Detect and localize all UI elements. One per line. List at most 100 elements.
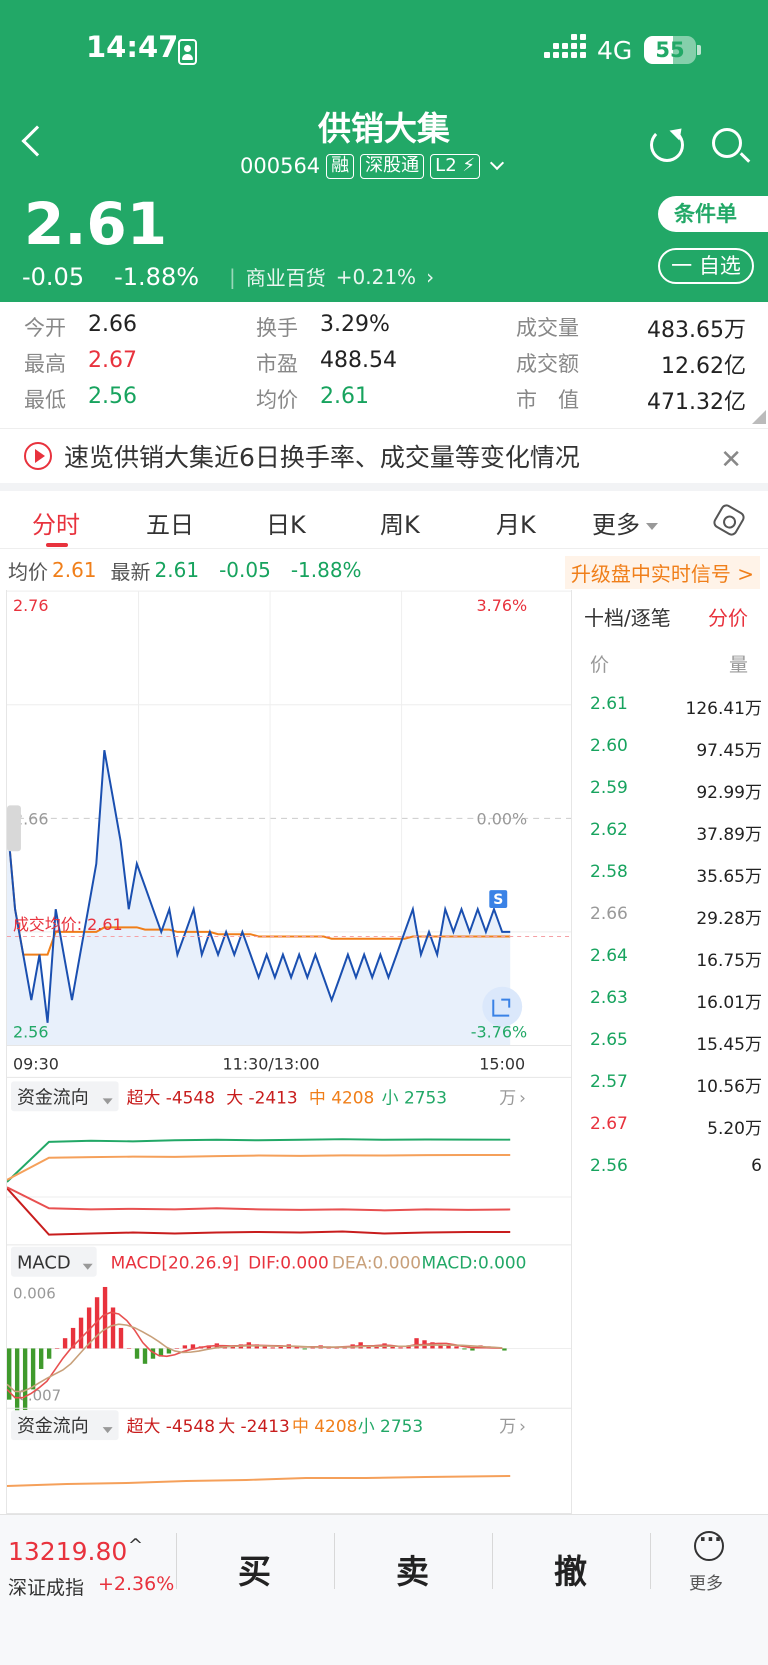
orderbook-price: 2.67 [590,1114,628,1134]
tab-monthly-k[interactable]: 月K [496,505,536,540]
macd-dif: DIF:0.000 [248,1253,329,1273]
amount-value: 12.62亿 [661,354,746,379]
turnover-label: 换手 [256,316,298,340]
insight-banner[interactable]: 速览供销大集近6日换手率、成交量等变化情况 ✕ [0,428,768,483]
price-change-pct: -1.88% [114,262,200,291]
market-cap-label: 市 值 [516,388,579,412]
more-icon[interactable] [694,1527,724,1561]
orderbook-price: 2.56 [590,1156,628,1176]
flow-title: 资金流向 [17,1087,89,1108]
orderbook-price: 2.63 [590,988,628,1008]
info-avg-label: 均价 [8,559,48,584]
macd-bar [102,1286,108,1349]
avg-value: 2.61 [320,384,369,409]
low-label: 最低 [24,388,66,412]
info-change: -0.05 [219,558,271,582]
x-tick-close: 15:00 [479,1054,525,1073]
cancel-order-button[interactable]: 撤 [554,1545,587,1593]
signal-dots-icon [544,34,586,64]
watchlist-button[interactable]: 一 自选 [658,248,754,284]
tab-five-day[interactable]: 五日 [146,505,194,540]
orderbook-row: 2.57 10.56万 [572,1072,762,1102]
macd-bar [142,1348,148,1364]
macd-bar [46,1348,52,1359]
macd-bar [502,1348,507,1351]
industry-link[interactable]: | 商业百货 +0.21% › [229,262,434,291]
upgrade-signal-button[interactable]: 升级盘中实时信号 > [564,556,760,589]
section-separator [0,483,768,491]
macd-bar [454,1346,459,1349]
conditional-order-button[interactable]: 条件单 [658,196,768,232]
macd-bar [118,1327,124,1349]
orderbook-row: 2.66 29.28万 [572,904,762,934]
index-pct: +2.36% [98,1573,175,1595]
orderbook-row: 2.60 97.45万 [572,736,762,766]
active-tab-indicator [46,543,68,547]
tab-more[interactable]: 更多 [592,505,658,540]
flow-line-1 [7,1186,511,1212]
flow2-title: 资金流向 [17,1416,89,1437]
flow2-l: 大 -2413 [218,1416,289,1436]
flow-line-2 [7,1138,511,1183]
status-time: 14:47 [86,30,179,64]
intraday-chart-area[interactable]: 2.762.662.563.76%0.00%-3.76%成交均价: 2.61S0… [6,590,572,1514]
macd-bar [30,1348,36,1390]
flow-legend: 小 2753 [382,1087,447,1107]
y-tick-bottom: 2.56 [13,1023,49,1042]
orderbook-row: 2.58 35.65万 [572,862,762,892]
level2-tag: L2 ⚡ [430,153,481,179]
refresh-icon[interactable] [650,128,684,162]
index-name: 深证成指 [8,1577,85,1599]
divider [176,1533,177,1589]
search-icon[interactable] [712,128,742,158]
y-pct-mid: 0.00% [477,809,528,828]
industry-pct: +0.21% [335,264,417,289]
macd-bar [22,1348,28,1410]
flow-legend: 大 -2413 [226,1087,297,1107]
tab-daily-k[interactable]: 日K [266,505,306,540]
orderbook-volume: 97.45万 [696,741,762,761]
orderbook-tab-price[interactable]: 分价 [708,602,748,631]
caret-down-icon [646,522,658,530]
orderbook-price: 2.65 [590,1030,628,1050]
price-area [7,750,511,1046]
macd-value: MACD:0.000 [422,1253,527,1273]
level2-label: L2 [435,154,457,176]
expand-corner-icon[interactable] [752,410,766,424]
index-value[interactable]: 13219.80 [8,1537,127,1566]
close-icon[interactable]: ✕ [720,445,742,475]
tab-intraday[interactable]: 分时 [32,505,80,540]
tab-weekly-k[interactable]: 周K [380,505,420,540]
macd-bar [134,1348,140,1359]
orderbook-volume: 5.20万 [707,1119,762,1139]
flow2-xl: 超大 -4548 [127,1416,215,1436]
orderbook-price: 2.61 [590,694,628,714]
orderbook-volume: 92.99万 [696,783,762,803]
settings-icon[interactable] [711,502,747,538]
volume-value: 483.65万 [647,318,746,343]
current-price: 2.61 [24,190,168,258]
industry-name: 商业百货 [245,266,326,290]
macd-bar [14,1348,20,1421]
orderbook-tab-depth[interactable]: 十档/逐笔 [584,602,671,631]
sell-button[interactable]: 卖 [396,1545,429,1593]
battery-icon: 55 [644,36,696,64]
orderbook-row: 2.67 5.20万 [572,1114,762,1144]
stock-code-row[interactable]: 000564 融 深股通 L2 ⚡ [240,152,505,180]
info-latest-value: 2.61 [154,558,200,582]
stock-code: 000564 [240,154,321,178]
orderbook-price: 2.60 [590,736,628,756]
macd-bar [398,1347,403,1349]
flow-legend: 中 4208 [309,1087,374,1107]
network-type: 4G [597,36,633,65]
bolt-icon: ⚡ [462,154,476,176]
flow2-s: 小 2753 [358,1416,423,1436]
buy-button[interactable]: 买 [238,1545,271,1593]
chart-tabs: 分时 五日 日K 周K 月K 更多 [0,491,768,549]
play-icon [24,442,52,470]
battery-tip [697,45,701,55]
contact-card-icon [178,39,197,65]
orderbook-price: 2.64 [590,946,628,966]
quote-panel: 今开 2.66 最高 2.67 最低 2.56 换手 3.29% 市盈 488.… [0,302,768,428]
orderbook-row: 2.56 6 [572,1156,762,1186]
